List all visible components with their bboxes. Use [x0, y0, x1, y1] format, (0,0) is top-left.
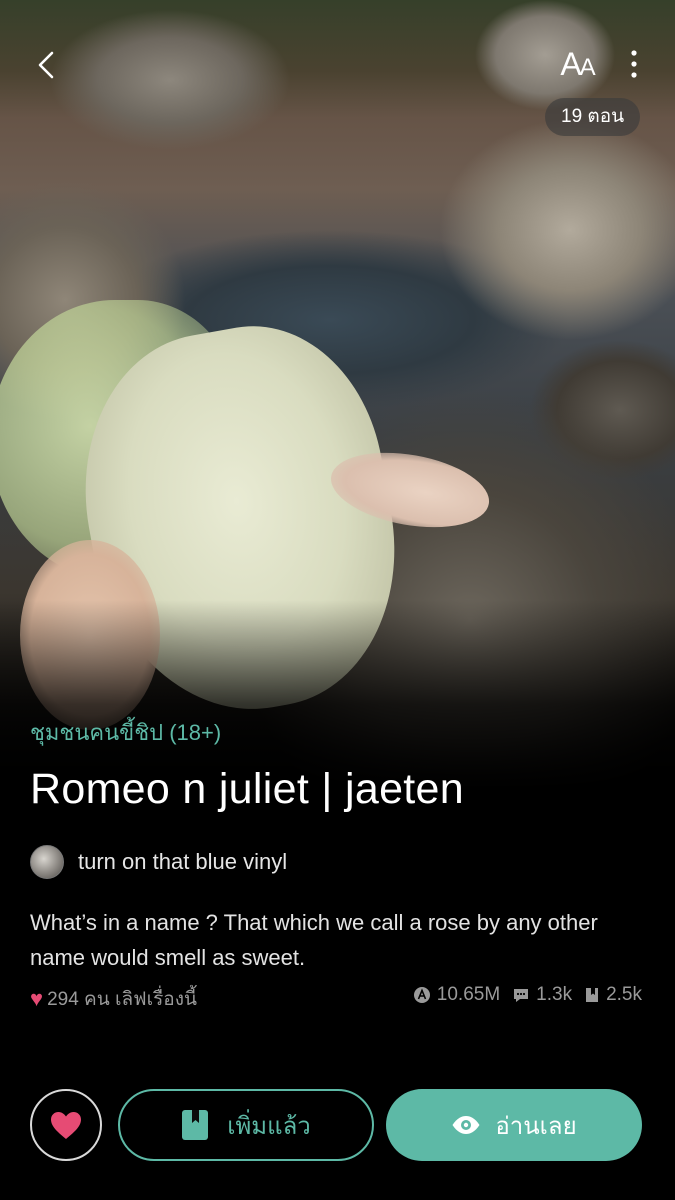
font-size-button[interactable]: AA: [551, 44, 603, 84]
bookmarks-count: 2.5k: [606, 984, 642, 1005]
views-stat: 10.65M: [413, 984, 500, 1006]
bookmark-book-icon: [182, 1110, 209, 1140]
like-button[interactable]: [30, 1089, 102, 1161]
episodes-badge[interactable]: 19 ตอน: [545, 98, 641, 136]
heart-icon: [51, 1112, 81, 1139]
book-icon: [586, 988, 599, 1002]
chevron-left-icon: [38, 51, 54, 79]
likes-label: 294 คน เลิฟเรื่องนี้: [47, 989, 197, 1010]
read-now-label: อ่านเลย: [495, 1112, 577, 1140]
cover-fade: [0, 600, 675, 790]
read-now-button[interactable]: อ่านเลย: [386, 1089, 642, 1161]
comment-icon: [514, 989, 529, 1002]
add-to-library-label: เพิ่มแล้ว: [227, 1112, 311, 1140]
story-category[interactable]: ชุมชนคนขี้ชิป (18+): [30, 715, 221, 750]
views-count: 10.65M: [436, 984, 501, 1005]
back-button[interactable]: [28, 45, 64, 85]
more-options-button[interactable]: [620, 44, 648, 84]
story-description: What’s in a name ? That which we call a …: [30, 910, 598, 970]
comments-stat: 1.3k: [512, 984, 572, 1006]
eye-icon: [452, 1116, 480, 1134]
author-avatar[interactable]: [30, 845, 64, 879]
comments-count: 1.3k: [536, 984, 573, 1005]
more-vertical-icon: [631, 50, 637, 78]
story-stats: 10.65M 1.3k 2.5k: [401, 984, 642, 1006]
likes-summary: ♥ 294 คน เลิฟเรื่องนี้: [30, 984, 197, 1014]
font-size-icon: AA: [560, 45, 595, 82]
author-row[interactable]: turn on that blue vinyl: [30, 845, 287, 879]
bookmarks-stat: 2.5k: [584, 984, 642, 1006]
views-icon: [413, 987, 430, 1003]
add-to-library-button[interactable]: เพิ่มแล้ว: [118, 1089, 374, 1161]
author-name[interactable]: turn on that blue vinyl: [78, 849, 287, 875]
heart-icon: ♥: [30, 986, 44, 1011]
story-title: Romeo n juliet | jaeten: [30, 765, 464, 813]
